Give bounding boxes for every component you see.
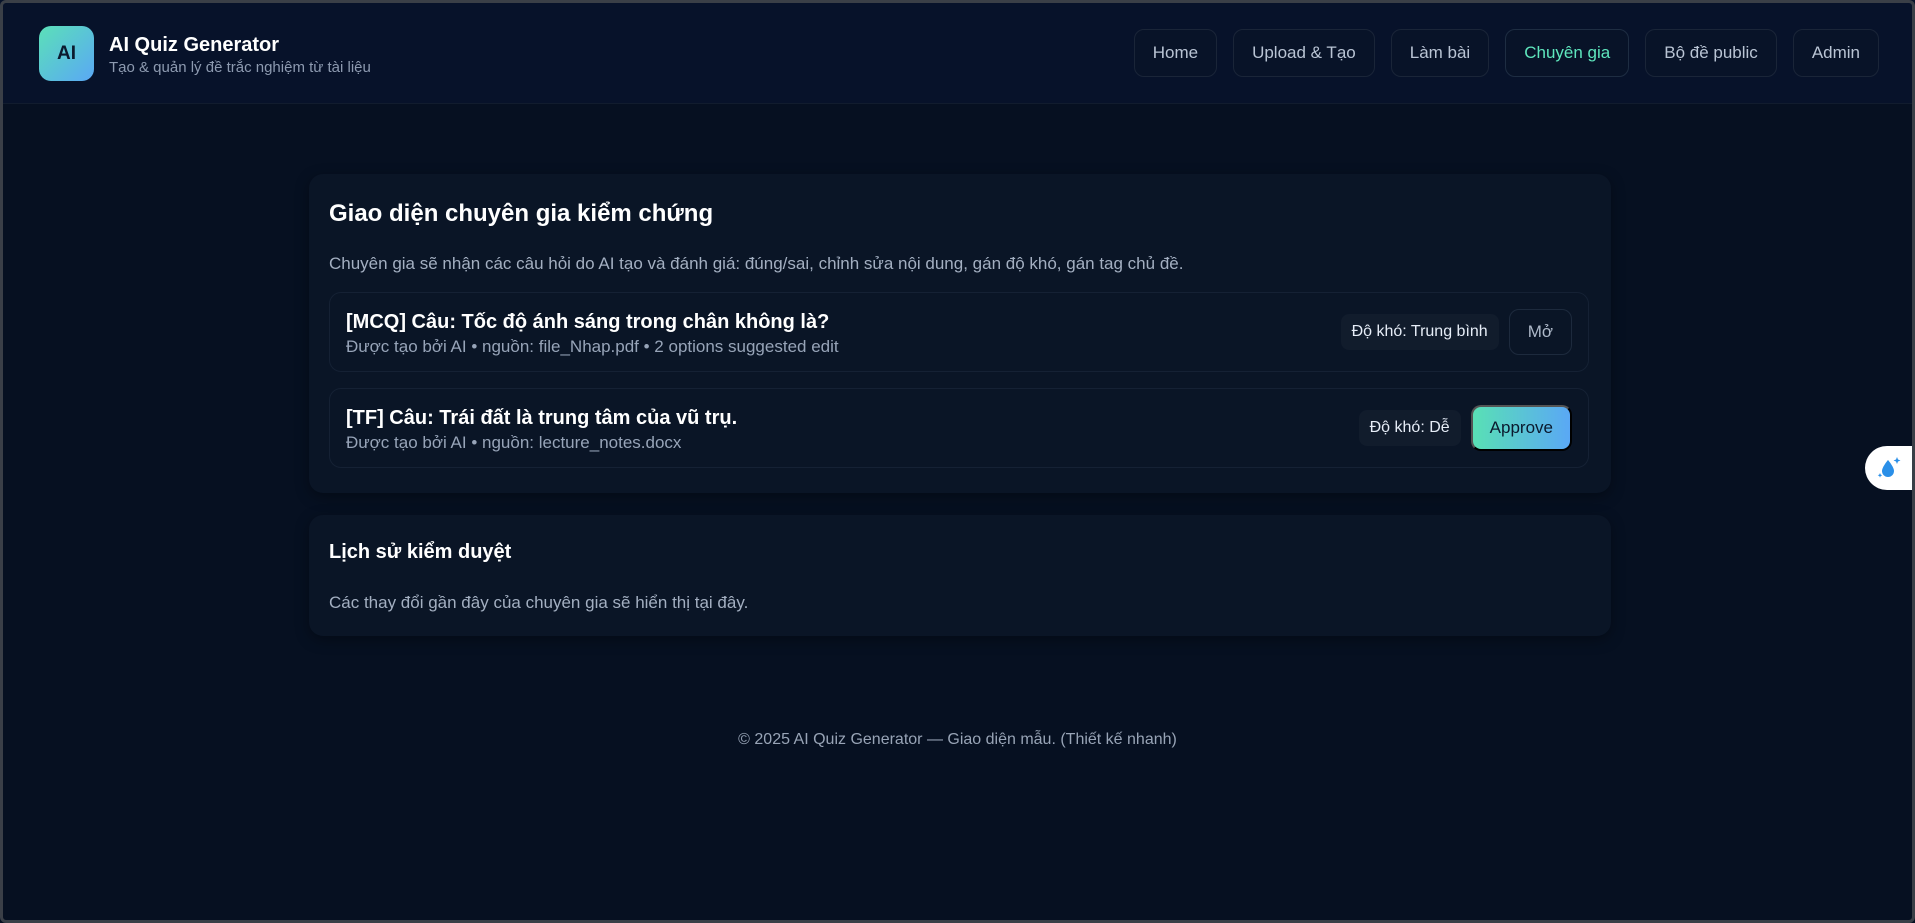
review-description: Chuyên gia sẽ nhận các câu hỏi do AI tạo… xyxy=(329,254,1184,273)
question-meta: Được tạo bởi AI • nguồn: lecture_notes.d… xyxy=(346,433,682,452)
floating-assistant-button[interactable] xyxy=(1865,446,1915,490)
nav-take-quiz[interactable]: Làm bài xyxy=(1390,29,1490,77)
question-meta: Được tạo bởi AI • nguồn: file_Nhap.pdf •… xyxy=(346,337,839,356)
logo-text: AI xyxy=(57,42,76,64)
history-description: Các thay đổi gần đây của chuyên gia sẽ h… xyxy=(329,593,749,612)
question-item: [TF] Câu: Trái đất là trung tâm của vũ t… xyxy=(329,388,1589,468)
open-button[interactable]: Mở xyxy=(1508,309,1572,355)
app-subtitle: Tạo & quản lý đề trắc nghiệm từ tài liệu xyxy=(109,59,371,76)
history-title: Lịch sử kiểm duyệt xyxy=(329,541,512,563)
app-logo[interactable]: AI xyxy=(39,26,94,81)
review-history-card: Lịch sử kiểm duyệt Các thay đổi gần đây … xyxy=(309,515,1611,636)
question-item: [MCQ] Câu: Tốc độ ánh sáng trong chân kh… xyxy=(329,292,1589,372)
app-title: AI Quiz Generator xyxy=(109,34,280,56)
app-header: AI AI Quiz Generator Tạo & quản lý đề tr… xyxy=(0,0,1915,104)
nav-expert[interactable]: Chuyên gia xyxy=(1505,29,1630,77)
nav-admin[interactable]: Admin xyxy=(1792,29,1879,77)
sparkle-drop-icon xyxy=(1877,457,1901,478)
question-actions: Độ khó: Trung bình Mở xyxy=(1340,293,1572,371)
nav-public-sets[interactable]: Bộ đề public xyxy=(1645,29,1777,77)
question-actions: Độ khó: Dễ Approve xyxy=(1358,389,1572,467)
page-footer: © 2025 AI Quiz Generator — Giao diện mẫu… xyxy=(738,731,1177,748)
review-title: Giao diện chuyên gia kiểm chứng xyxy=(329,200,714,227)
question-title: [MCQ] Câu: Tốc độ ánh sáng trong chân kh… xyxy=(346,311,830,333)
main-nav: Home Upload & Tạo Làm bài Chuyên gia Bộ … xyxy=(1133,29,1879,77)
approve-button[interactable]: Approve xyxy=(1470,405,1572,451)
difficulty-badge: Độ khó: Trung bình xyxy=(1340,314,1499,350)
nav-home[interactable]: Home xyxy=(1133,29,1218,77)
expert-review-card: Giao diện chuyên gia kiểm chứng Chuyên g… xyxy=(309,174,1611,493)
question-title: [TF] Câu: Trái đất là trung tâm của vũ t… xyxy=(346,407,738,429)
nav-upload-create[interactable]: Upload & Tạo xyxy=(1233,29,1375,77)
difficulty-badge: Độ khó: Dễ xyxy=(1358,410,1461,446)
